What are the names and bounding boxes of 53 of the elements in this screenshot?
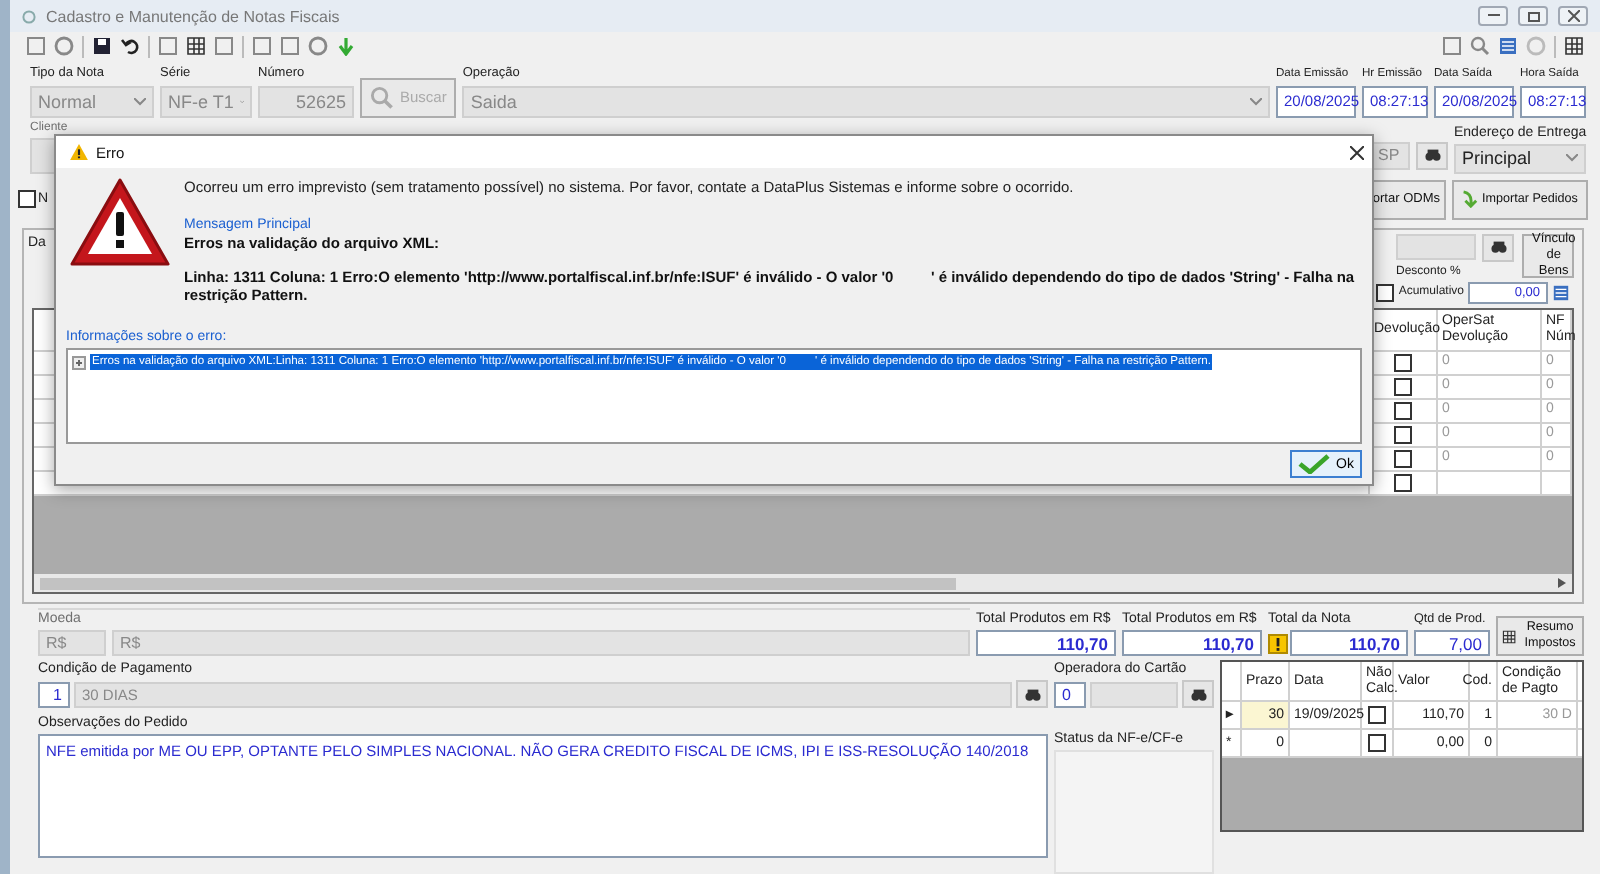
- lookup-field[interactable]: [1396, 234, 1476, 260]
- warning-icon: [70, 144, 88, 160]
- close-button[interactable]: [1558, 6, 1588, 26]
- expand-icon[interactable]: [72, 355, 86, 369]
- checkbox[interactable]: [18, 190, 36, 208]
- chevron-icon: [1566, 154, 1578, 162]
- scroll-right-icon: [1558, 578, 1566, 588]
- save-icon: [92, 36, 112, 56]
- total-field[interactable]: 7,00: [1414, 630, 1490, 656]
- chevron-icon: [1250, 97, 1262, 105]
- no-calc-checkbox[interactable]: [1368, 706, 1386, 724]
- card-name-field[interactable]: [1090, 681, 1178, 707]
- import-icon: [1460, 190, 1478, 208]
- close-icon[interactable]: [1350, 145, 1364, 159]
- minimize-icon: [1487, 14, 1499, 18]
- return-checkbox[interactable]: [1394, 449, 1412, 467]
- window-title: Cadastro e Manutenção de Notas Fiscais: [46, 7, 342, 25]
- lookup-button[interactable]: [1182, 680, 1214, 708]
- card-code-field[interactable]: 0: [1054, 681, 1086, 707]
- payment-code-field[interactable]: 1: [38, 681, 70, 707]
- binoculars-icon: [1023, 685, 1041, 703]
- lookup-button[interactable]: [1416, 141, 1448, 169]
- horizontal-scrollbar[interactable]: [34, 574, 1572, 592]
- no-calc-checkbox[interactable]: [1368, 734, 1386, 752]
- warning-icon: [1268, 633, 1288, 653]
- return-checkbox[interactable]: [1394, 425, 1412, 443]
- app-icon: [22, 9, 36, 23]
- return-checkbox[interactable]: [1394, 401, 1412, 419]
- minimize-button[interactable]: [1478, 6, 1508, 26]
- close-icon: [1567, 10, 1579, 22]
- binoculars-icon: [1423, 146, 1441, 164]
- binoculars-icon: [1489, 238, 1507, 256]
- total-field[interactable]: 110,70: [1122, 630, 1262, 656]
- return-checkbox[interactable]: [1394, 473, 1412, 491]
- binoculars-icon: [1189, 685, 1207, 703]
- search-icon: [1470, 36, 1490, 56]
- return-checkbox[interactable]: [1394, 377, 1412, 395]
- undo-icon: [120, 36, 140, 56]
- total-field[interactable]: 110,70: [976, 630, 1116, 656]
- lookup-button[interactable]: [1482, 233, 1514, 261]
- checkmark-icon: [1298, 454, 1330, 474]
- maximize-icon: [1527, 11, 1539, 21]
- grid-icon: [186, 36, 206, 56]
- chevron-icon: [134, 97, 146, 105]
- return-checkbox[interactable]: [1394, 353, 1412, 371]
- error-icon: [68, 176, 172, 268]
- total-field[interactable]: 110,70: [1290, 630, 1408, 656]
- download-icon: [336, 36, 356, 56]
- magnifier-icon: [370, 85, 394, 109]
- lookup-button[interactable]: [1016, 680, 1048, 708]
- cumulative-checkbox[interactable]: [1376, 283, 1395, 301]
- maximize-button[interactable]: [1518, 6, 1548, 26]
- delivery-dropdown[interactable]: Principal: [1454, 143, 1586, 173]
